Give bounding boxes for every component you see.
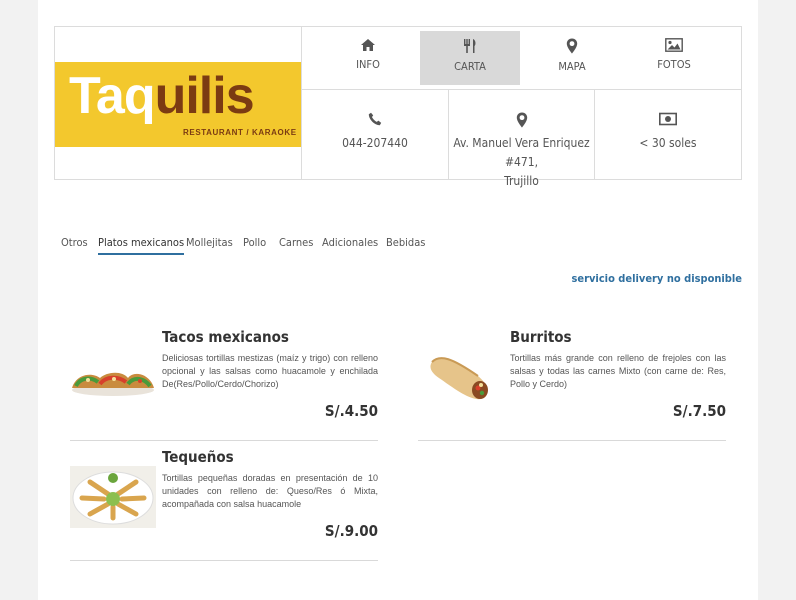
address-text: Av. Manuel Vera Enriquez #471, Trujillo	[449, 134, 594, 191]
item-description: Deliciosas tortillas mestizas (maíz y tr…	[162, 353, 378, 389]
item-name: Tacos mexicanos	[162, 328, 289, 346]
nav-fotos-label: FOTOS	[657, 58, 691, 71]
delivery-status[interactable]: servicio delivery no disponible	[571, 272, 742, 285]
item-description: Tortillas pequeñas doradas en presentaci…	[162, 473, 378, 509]
map-marker-icon	[566, 38, 578, 54]
page: Taquilis RESTAURANT / KARAOKE INFO CARTA…	[38, 0, 758, 600]
restaurant-logo: Taquilis RESTAURANT / KARAOKE	[55, 62, 301, 147]
home-icon	[361, 39, 375, 51]
item-price: S/.7.50	[672, 402, 726, 420]
nav-info-label: INFO	[356, 58, 380, 71]
item-description: Tortillas más grande con relleno de frej…	[510, 353, 726, 389]
menu-item[interactable]: Tequeños Tortillas pequeñas doradas en p…	[70, 448, 378, 561]
tab-otros[interactable]: Otros	[61, 236, 88, 249]
restaurant-header: Taquilis RESTAURANT / KARAOKE INFO CARTA…	[54, 26, 742, 188]
address-line1: Av. Manuel Vera Enriquez #471,	[453, 136, 590, 169]
tab-adicionales[interactable]: Adicionales	[322, 236, 378, 249]
logo-word-white: Taq	[69, 67, 156, 125]
address-cell: Av. Manuel Vera Enriquez #471, Trujillo	[448, 90, 594, 188]
logo-tagline: RESTAURANT / KARAOKE	[183, 128, 297, 137]
money-icon	[659, 112, 677, 126]
location-icon	[516, 112, 527, 128]
nav-info[interactable]: INFO	[318, 31, 418, 85]
menu-item[interactable]: Burritos Tortillas más grande con rellen…	[418, 328, 726, 441]
phone-icon	[368, 112, 382, 126]
item-price: S/.4.50	[324, 402, 378, 420]
price-range: < 30 soles	[639, 136, 697, 150]
item-name: Tequeños	[162, 448, 234, 466]
logo-word-dark: uilis	[154, 67, 255, 125]
item-name: Burritos	[510, 328, 572, 346]
logo-cell: Taquilis RESTAURANT / KARAOKE	[55, 27, 302, 179]
price-cell: < 30 soles	[594, 90, 741, 179]
address-line2: Trujillo	[504, 174, 539, 188]
phone-number[interactable]: 044-207440	[302, 134, 448, 153]
info-row: 044-207440 Av. Manuel Vera Enriquez #471…	[302, 90, 741, 188]
menu-item[interactable]: Tacos mexicanos Deliciosas tortillas mes…	[70, 328, 378, 441]
nav-mapa[interactable]: MAPA	[522, 31, 622, 85]
tequenos-image	[70, 466, 156, 528]
utensils-icon	[464, 39, 476, 53]
item-price: S/.9.00	[324, 522, 378, 540]
picture-icon	[665, 38, 683, 52]
tab-platos-mexicanos[interactable]: Platos mexicanos	[98, 236, 185, 255]
phone-cell: 044-207440	[302, 90, 448, 179]
burrito-image	[430, 357, 488, 400]
nav-carta[interactable]: CARTA	[420, 31, 520, 85]
nav-mapa-label: MAPA	[558, 60, 586, 73]
tacos-image	[72, 372, 154, 396]
tab-carnes[interactable]: Carnes	[279, 236, 313, 249]
main-nav: INFO CARTA MAPA FOTOS	[302, 27, 741, 90]
tab-bebidas[interactable]: Bebidas	[386, 236, 425, 249]
nav-fotos[interactable]: FOTOS	[624, 31, 724, 85]
tab-pollo[interactable]: Pollo	[243, 236, 266, 249]
tab-mollejitas[interactable]: Mollejitas	[186, 236, 233, 249]
logo-wordmark: Taquilis	[69, 67, 255, 125]
nav-carta-label: CARTA	[454, 60, 486, 73]
